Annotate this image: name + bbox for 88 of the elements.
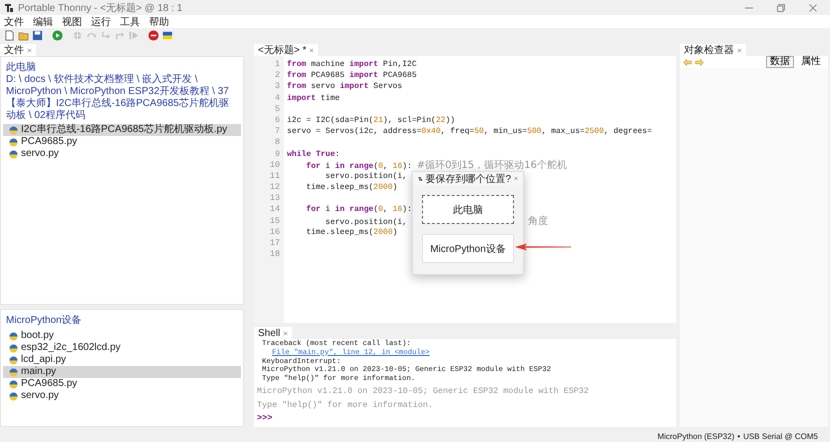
python-file-icon: [9, 126, 18, 134]
status-separator: •: [737, 432, 740, 440]
run-icon[interactable]: [52, 30, 63, 40]
dialog-title: 要保存到哪个位置?: [426, 172, 512, 186]
folder-path[interactable]: D: \ docs \ 软件技术文档整理 \ 嵌入式开发 \ MicroPython \ MicroPython ESP32开发板教程 \ 37【泰大师】I2C串行总线-16路PCA9685芯片舵机驱动板 \ 02程序代码: [6, 74, 238, 122]
python-file-icon: [9, 138, 18, 146]
close-icon[interactable]: [737, 48, 742, 52]
line-number: 5: [274, 104, 280, 115]
close-icon[interactable]: [27, 48, 32, 52]
line-number: 12: [270, 182, 280, 194]
forward-arrow-icon[interactable]: [695, 58, 704, 66]
file-item[interactable]: main.py: [3, 366, 241, 378]
line-number: 4: [274, 92, 280, 104]
banner-text: Type "help()" for more information.: [257, 398, 434, 412]
file-item[interactable]: PCA9685.py: [3, 136, 241, 148]
location-button[interactable]: 此电脑: [422, 195, 514, 224]
menu-item[interactable]: 帮助: [149, 14, 169, 28]
inspector-toggle[interactable]: 数据: [766, 56, 794, 68]
python-file-icon: [9, 392, 18, 400]
menu-item[interactable]: 视图: [62, 14, 82, 28]
line-number: 7: [274, 126, 280, 138]
code-line: from machine import Pin,I2C: [287, 60, 417, 69]
python-file-icon: [9, 150, 18, 158]
line-number: 2: [274, 70, 280, 82]
menu-item[interactable]: 编辑: [33, 14, 53, 28]
code-line: for i in range(0, 16): #循环0到15，循环驱动16个舵机: [305, 162, 567, 171]
python-file-icon: [9, 344, 18, 352]
line-number: 1: [274, 59, 280, 70]
line-number: 13: [270, 193, 280, 204]
code-line: time.sleep_ms(2000): [305, 183, 398, 192]
line-number: 6: [274, 114, 280, 126]
app-logo-icon: [4, 2, 14, 12]
menu-item[interactable]: 文件: [4, 14, 24, 28]
file-item[interactable]: lcd_api.py: [3, 354, 241, 366]
line-number: 15: [270, 216, 280, 227]
location-link[interactable]: 此电脑: [6, 60, 238, 74]
code-line: servo.position(i,: [324, 172, 408, 181]
code-line: servo = Servos(i2c, address=0x40, freq=50, min_us=500, max_us=2500, degrees=: [287, 127, 652, 136]
line-number: 18: [270, 249, 280, 260]
python-file-icon: [9, 356, 18, 364]
file-item[interactable]: esp32_i2c_1602lcd.py: [3, 342, 241, 354]
location-button[interactable]: MicroPython设备: [422, 234, 514, 263]
back-arrow-icon[interactable]: [683, 58, 692, 66]
python-file-icon: [9, 368, 18, 376]
file-item[interactable]: boot.py: [3, 330, 241, 342]
editor-tab[interactable]: <无标题> *: [254, 44, 318, 56]
close-icon[interactable]: [283, 330, 288, 336]
menu-item[interactable]: 运行: [91, 14, 111, 28]
app-logo-icon: [418, 174, 422, 182]
file-item[interactable]: servo.py: [3, 148, 241, 160]
window-title: Portable Thonny - <无标题> @ 18 : 1: [18, 2, 182, 14]
code-line: import time: [287, 94, 340, 103]
device-header: MicroPython设备: [5, 314, 83, 328]
code-line: time.sleep_ms(2000): [305, 228, 398, 237]
banner-text: MicroPython v1.21.0 on 2023-10-05; Generic ESP32 module with ESP32: [257, 384, 590, 398]
line-number: 14: [270, 204, 280, 216]
line-number: 9: [274, 148, 280, 160]
files-tab[interactable]: 文件: [0, 44, 36, 56]
code-line: while True:: [287, 150, 340, 158]
code-line: for i in range(0, 16):: [305, 205, 412, 214]
line-number: 11: [270, 170, 280, 182]
shell-prompt: >>>: [257, 412, 272, 425]
file-item[interactable]: I2C串行总线-16路PCA9685芯片舵机驱动板.py: [3, 124, 241, 136]
line-number: 3: [274, 81, 280, 93]
file-item[interactable]: servo.py: [3, 390, 241, 402]
interpreter-status[interactable]: MicroPython (ESP32): [657, 432, 734, 440]
port-status[interactable]: USB Serial @ COM5: [743, 432, 818, 440]
menu-item[interactable]: 工具: [120, 14, 140, 28]
file-item[interactable]: PCA9685.py: [3, 378, 241, 390]
close-icon[interactable]: [309, 48, 314, 52]
inspector-tab[interactable]: 对象检查器: [680, 44, 746, 56]
restore-icon[interactable]: [776, 2, 786, 12]
close-icon[interactable]: [808, 2, 818, 12]
line-number: 10: [270, 160, 280, 171]
flag-icon[interactable]: [162, 30, 173, 40]
python-file-icon: [9, 380, 18, 388]
code-line: i2c = I2C(sda=Pin(21), scl=Pin(22)): [287, 116, 456, 125]
python-file-icon: [9, 332, 18, 340]
stop-icon[interactable]: [148, 30, 159, 40]
line-number: 17: [270, 238, 280, 250]
code-line: from servo import Servos: [287, 82, 402, 92]
line-number: 8: [274, 137, 280, 148]
line-number: 16: [270, 226, 280, 238]
code-line: from PCA9685 import PCA9685: [287, 71, 417, 80]
shell-tab[interactable]: Shell: [254, 327, 292, 339]
close-icon[interactable]: [514, 175, 518, 182]
arrow: [515, 243, 571, 251]
save-icon[interactable]: [32, 30, 43, 40]
